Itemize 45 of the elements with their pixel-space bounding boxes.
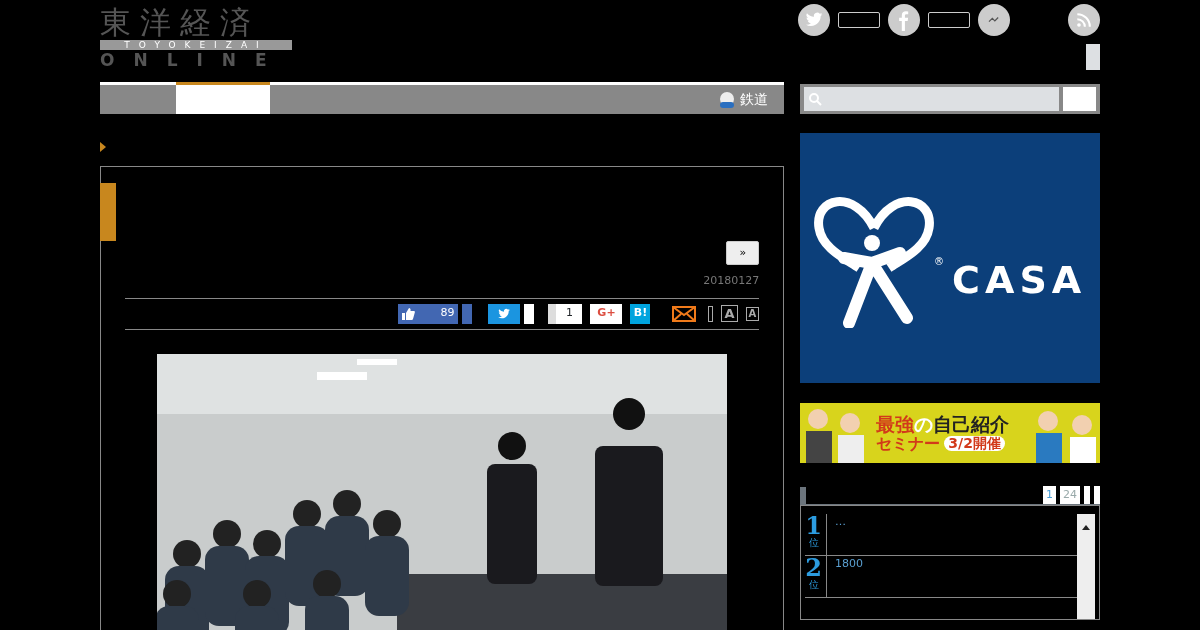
subheading: セミナー bbox=[876, 434, 941, 453]
bird-icon[interactable] bbox=[798, 4, 830, 36]
nav-link[interactable]: 鉄道 bbox=[740, 89, 768, 110]
event-date: 3/2開催 bbox=[944, 435, 1005, 452]
count-bubble bbox=[928, 12, 970, 28]
logo-band: TOYOKEIZAI bbox=[100, 40, 292, 50]
brand-name: CASA bbox=[952, 256, 1087, 304]
headline: 最強 bbox=[876, 413, 915, 435]
messenger-icon[interactable] bbox=[978, 4, 1010, 36]
logo-title: 東洋経済 bbox=[100, 4, 261, 40]
bird-icon bbox=[497, 306, 512, 321]
article-date: 20180127 bbox=[703, 273, 760, 289]
count-bubble bbox=[524, 303, 535, 324]
headline: の bbox=[914, 413, 934, 435]
share-count: 1 bbox=[548, 303, 583, 324]
rank-number: 1 bbox=[805, 514, 822, 538]
rank-unit: 位 bbox=[808, 580, 819, 590]
like-count: 89 bbox=[440, 305, 455, 322]
search-button[interactable] bbox=[1062, 87, 1096, 111]
rank-number: 2 bbox=[805, 556, 822, 580]
caret-icon bbox=[100, 141, 106, 152]
headline: 自己紹介 bbox=[933, 413, 1010, 435]
tweet-button[interactable] bbox=[488, 303, 521, 324]
search-field[interactable] bbox=[804, 87, 1059, 111]
nav-tab[interactable] bbox=[176, 82, 270, 114]
search-icon bbox=[808, 92, 822, 106]
count-bubble bbox=[838, 12, 880, 28]
rank-unit: 位 bbox=[808, 538, 819, 548]
scrollbar[interactable] bbox=[1077, 514, 1095, 619]
ranking-link[interactable]: 1800 bbox=[835, 556, 863, 597]
ranking-link[interactable]: … bbox=[835, 514, 846, 555]
facebook-icon[interactable] bbox=[888, 4, 920, 36]
font-size-button[interactable]: A bbox=[745, 306, 760, 321]
rss-icon[interactable] bbox=[1068, 4, 1100, 36]
registered-mark: ® bbox=[934, 254, 945, 269]
next-button[interactable]: » bbox=[726, 241, 760, 265]
logo-subtitle: ONLINE bbox=[100, 50, 287, 70]
like-box bbox=[462, 303, 473, 324]
google-plus-button[interactable]: G+ bbox=[590, 303, 623, 324]
thumbs-up-icon bbox=[402, 307, 416, 320]
like-button[interactable]: 89 bbox=[398, 303, 459, 324]
font-size-button[interactable]: A bbox=[721, 305, 738, 322]
seminar-ad[interactable]: 最強の自己紹介 セミナー 3/2開催 bbox=[800, 403, 1100, 463]
section-marker bbox=[100, 183, 116, 241]
casa-ad[interactable]: ® CASA bbox=[800, 133, 1100, 383]
